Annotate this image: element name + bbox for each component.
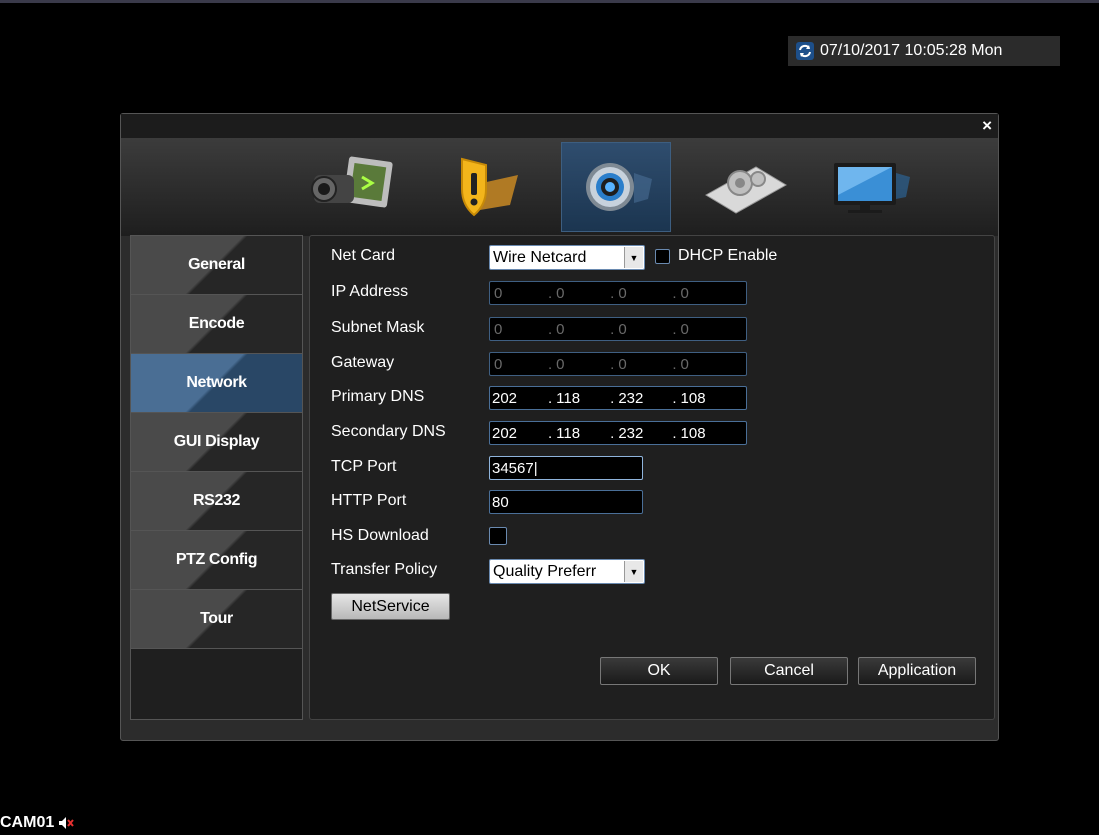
gw-seg-2: 0 bbox=[556, 355, 565, 373]
top-border bbox=[0, 0, 1099, 3]
tcp-port-value: 34567| bbox=[492, 459, 538, 477]
http-port-value: 80 bbox=[492, 493, 509, 511]
datetime-text: 07/10/2017 10:05:28 Mon bbox=[820, 42, 1003, 59]
speaker-muted-icon bbox=[59, 817, 75, 829]
subnet-mask-label: Subnet Mask bbox=[331, 319, 425, 336]
advanced-settings-icon[interactable] bbox=[689, 142, 799, 232]
mask-seg-4: 0 bbox=[680, 320, 689, 338]
config-window: × General Encode Network GUI Display RS2… bbox=[120, 113, 999, 741]
gw-seg-1: 0 bbox=[494, 355, 503, 373]
mask-seg-2: 0 bbox=[556, 320, 565, 338]
gateway-label: Gateway bbox=[331, 354, 395, 371]
sdns-seg-2: 118 bbox=[556, 424, 581, 442]
secondary-dns-label: Secondary DNS bbox=[331, 423, 446, 440]
datetime-display: 07/10/2017 10:05:28 Mon bbox=[788, 36, 1060, 66]
transfer-policy-select[interactable]: Quality Preferr ▼ bbox=[489, 559, 645, 584]
ip-seg-2: 0 bbox=[556, 284, 565, 302]
sidebar-item-label: Tour bbox=[200, 610, 233, 627]
mask-seg-1: 0 bbox=[494, 320, 503, 338]
chevron-down-icon: ▼ bbox=[624, 561, 643, 582]
sidebar-item-ptz-config[interactable]: PTZ Config bbox=[131, 531, 302, 590]
sdns-seg-1: 202 bbox=[492, 424, 518, 442]
tcp-port-input[interactable]: 34567| bbox=[489, 456, 643, 480]
sidebar-item-label: General bbox=[188, 256, 245, 273]
sync-icon bbox=[796, 42, 814, 60]
system-gear-icon[interactable] bbox=[561, 142, 671, 232]
gateway-field[interactable]: 0 . 0 . 0 . 0 bbox=[489, 352, 747, 376]
sidebar-item-label: GUI Display bbox=[173, 433, 260, 450]
cancel-label: Cancel bbox=[764, 662, 814, 679]
sdns-seg-3: 232 bbox=[618, 424, 644, 442]
sidebar-item-encode[interactable]: Encode bbox=[131, 295, 302, 354]
ip-address-field[interactable]: 0 . 0 . 0 . 0 bbox=[489, 281, 747, 305]
record-camera-icon[interactable] bbox=[301, 142, 411, 232]
alarm-shield-icon[interactable] bbox=[427, 142, 537, 232]
monitor-info-icon[interactable] bbox=[813, 142, 923, 232]
ok-button[interactable]: OK bbox=[600, 657, 718, 685]
pdns-seg-3: 232 bbox=[618, 389, 644, 407]
tcp-port-label: TCP Port bbox=[331, 458, 397, 475]
main-menu-icon-bar bbox=[121, 138, 998, 236]
title-bar: × bbox=[121, 114, 998, 138]
cancel-button[interactable]: Cancel bbox=[730, 657, 848, 685]
net-card-label: Net Card bbox=[331, 247, 396, 264]
ip-seg-4: 0 bbox=[680, 284, 689, 302]
application-label: Application bbox=[877, 662, 957, 679]
mask-seg-3: 0 bbox=[618, 320, 627, 338]
settings-sidebar: General Encode Network GUI Display RS232… bbox=[130, 235, 303, 720]
netservice-button[interactable]: NetService bbox=[331, 593, 450, 620]
transfer-policy-value: Quality Preferr bbox=[493, 562, 597, 580]
camera-name: CAM01 bbox=[0, 814, 55, 831]
close-icon[interactable]: × bbox=[982, 116, 992, 136]
sidebar-item-label: RS232 bbox=[193, 492, 240, 509]
chevron-down-icon: ▼ bbox=[624, 247, 643, 268]
pdns-seg-2: 118 bbox=[556, 389, 581, 407]
http-port-input[interactable]: 80 bbox=[489, 490, 643, 514]
net-card-value: Wire Netcard bbox=[493, 248, 587, 266]
http-port-label: HTTP Port bbox=[331, 492, 407, 509]
sidebar-item-general[interactable]: General bbox=[131, 236, 302, 295]
sidebar-item-label: Network bbox=[186, 374, 247, 391]
net-card-select[interactable]: Wire Netcard ▼ bbox=[489, 245, 645, 270]
sidebar-item-gui-display[interactable]: GUI Display bbox=[131, 413, 302, 472]
dhcp-enable-label: DHCP Enable bbox=[678, 247, 778, 264]
sdns-seg-4: 108 bbox=[680, 424, 706, 442]
pdns-seg-4: 108 bbox=[680, 389, 706, 407]
gw-seg-4: 0 bbox=[680, 355, 689, 373]
application-button[interactable]: Application bbox=[858, 657, 976, 685]
sidebar-item-network[interactable]: Network bbox=[131, 354, 302, 413]
primary-dns-field[interactable]: 202 . 118 . 232 . 108 bbox=[489, 386, 747, 410]
ip-address-label: IP Address bbox=[331, 283, 409, 300]
subnet-mask-field[interactable]: 0 . 0 . 0 . 0 bbox=[489, 317, 747, 341]
primary-dns-label: Primary DNS bbox=[331, 388, 425, 405]
gw-seg-3: 0 bbox=[618, 355, 627, 373]
hs-download-label: HS Download bbox=[331, 527, 429, 544]
sidebar-item-label: Encode bbox=[188, 315, 245, 332]
secondary-dns-field[interactable]: 202 . 118 . 232 . 108 bbox=[489, 421, 747, 445]
ip-seg-3: 0 bbox=[618, 284, 627, 302]
ip-seg-1: 0 bbox=[494, 284, 503, 302]
camera-label: CAM01 bbox=[0, 814, 75, 832]
hs-download-checkbox[interactable] bbox=[489, 527, 507, 545]
network-settings-panel: Net Card Wire Netcard ▼ DHCP Enable IP A… bbox=[309, 235, 995, 720]
sidebar-item-tour[interactable]: Tour bbox=[131, 590, 302, 649]
dhcp-enable-checkbox[interactable] bbox=[655, 248, 670, 264]
transfer-policy-label: Transfer Policy bbox=[331, 561, 438, 578]
sidebar-item-label: PTZ Config bbox=[175, 551, 258, 568]
ok-label: OK bbox=[647, 662, 671, 679]
sidebar-item-rs232[interactable]: RS232 bbox=[131, 472, 302, 531]
pdns-seg-1: 202 bbox=[492, 389, 518, 407]
netservice-label: NetService bbox=[351, 597, 430, 615]
